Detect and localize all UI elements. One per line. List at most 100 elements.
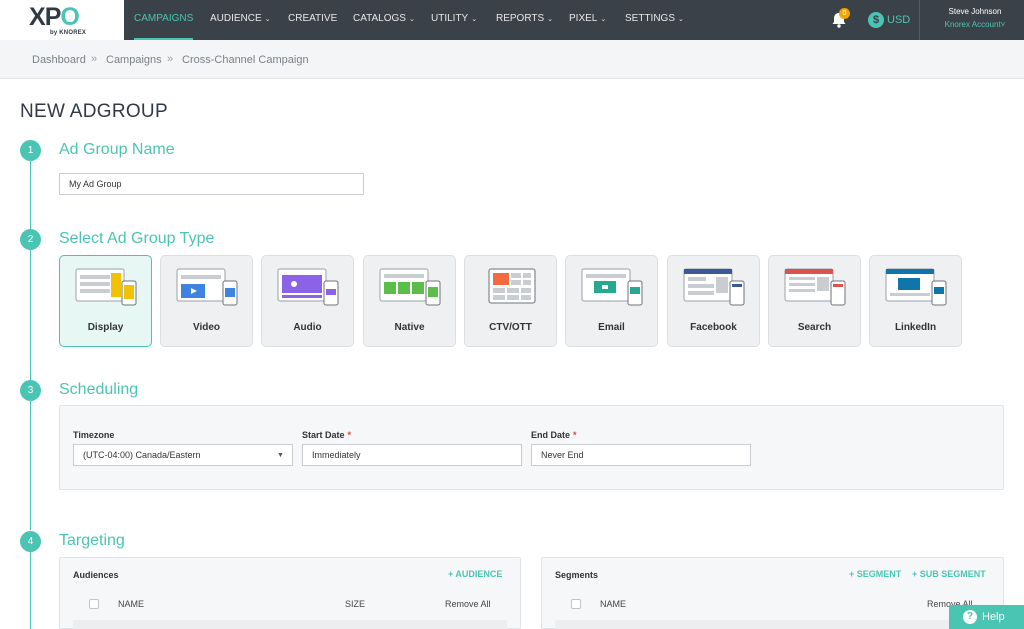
nav-item-catalogs[interactable]: CATALOGS ⌄	[353, 0, 415, 40]
segments-panel: Segments + SEGMENT + SUB SEGMENT NAME Re…	[541, 557, 1004, 629]
nav-item-audience[interactable]: AUDIENCE ⌄	[210, 0, 271, 40]
user-name[interactable]: Steve Johnson	[930, 7, 1020, 16]
adgroup-type-video[interactable]: Video	[160, 255, 253, 347]
timezone-label: Timezone	[73, 430, 115, 440]
native-type-icon	[379, 268, 441, 306]
video-type-icon	[176, 268, 238, 306]
adgroup-name-input[interactable]: My Ad Group	[59, 173, 364, 195]
email-type-icon	[581, 268, 643, 306]
step-connector	[30, 250, 31, 380]
column-header-name: NAME	[600, 599, 627, 609]
currency-label: USD	[887, 14, 911, 26]
nav-item-label: PIXEL	[569, 13, 598, 24]
step-title-adgroup-name: Ad Group Name	[59, 141, 175, 158]
adgroup-type-ctvott[interactable]: CTV/OTT	[464, 255, 557, 347]
nav-item-creative[interactable]: CREATIVE	[288, 0, 337, 40]
adgroup-type-search[interactable]: Search	[768, 255, 861, 347]
nav-item-reports[interactable]: REPORTS ⌄	[496, 0, 553, 40]
account-switcher[interactable]: Knorex Account˅	[930, 20, 1020, 29]
notification-badge: 0	[839, 8, 850, 19]
scheduling-panel: Timezone (UTC-04:00) Canada/Eastern ▼ St…	[59, 405, 1004, 490]
help-button[interactable]: ? Help	[949, 605, 1024, 629]
logo-subtitle: by KNOREX	[50, 30, 87, 36]
adgroup-type-label: CTV/OTT	[489, 322, 532, 333]
logo[interactable]: XPO by KNOREX	[0, 0, 124, 40]
help-label: Help	[982, 611, 1005, 623]
adgroup-type-label: Facebook	[690, 322, 737, 333]
end-date-label: End Date *	[531, 430, 577, 440]
chevron-down-icon: ⌄	[678, 16, 684, 23]
step-connector	[30, 401, 31, 530]
timezone-select[interactable]: (UTC-04:00) Canada/Eastern	[73, 444, 293, 466]
nav-item-label: CREATIVE	[288, 13, 338, 24]
nav-item-label: CATALOGS	[353, 13, 406, 24]
start-date-label: Start Date *	[302, 430, 352, 440]
adgroup-type-label: Video	[192, 322, 221, 333]
step-number: 1	[20, 140, 41, 161]
adgroup-type-native[interactable]: Native	[363, 255, 456, 347]
breadcrumb-dashboard[interactable]: Dashboard	[32, 54, 86, 66]
breadcrumb-campaigns[interactable]: Campaigns	[106, 54, 162, 66]
adgroup-type-label: Audio	[293, 322, 322, 333]
search-type-icon	[784, 268, 846, 306]
chevron-down-icon: ⌄	[600, 16, 607, 23]
step-number: 4	[20, 531, 41, 552]
breadcrumb-current: Cross-Channel Campaign	[182, 54, 309, 66]
step-number: 3	[20, 380, 41, 401]
step-title-scheduling: Scheduling	[59, 381, 139, 398]
ctvott-type-icon	[488, 268, 536, 304]
chevron-down-icon: ⌄	[547, 16, 554, 23]
nav-item-campaigns[interactable]: CAMPAIGNS	[134, 0, 194, 40]
breadcrumb-separator: »	[91, 53, 98, 65]
nav-item-label: AUDIENCE	[210, 13, 262, 24]
adgroup-type-label: Native	[394, 322, 425, 333]
audiences-panel: Audiences + AUDIENCE NAME SIZE Remove Al…	[59, 557, 521, 629]
add-segment-button[interactable]: + SEGMENT	[849, 569, 901, 579]
breadcrumb: Dashboard » Campaigns » Cross-Channel Ca…	[0, 40, 1024, 79]
table-row	[555, 620, 989, 629]
step-title-adgroup-type: Select Ad Group Type	[59, 230, 215, 247]
select-all-checkbox[interactable]	[571, 599, 581, 609]
nav-item-label: CAMPAIGNS	[134, 13, 194, 24]
nav-item-pixel[interactable]: PIXEL ⌄	[569, 0, 606, 40]
adgroup-type-label: Email	[598, 322, 625, 333]
adgroup-type-facebook[interactable]: Facebook	[667, 255, 760, 347]
nav-item-utility[interactable]: UTILITY ⌄	[431, 0, 477, 40]
start-date-input[interactable]: Immediately	[302, 444, 522, 466]
audio-type-icon	[277, 268, 339, 306]
adgroup-type-linkedin[interactable]: LinkedIn	[869, 255, 962, 347]
column-header-name: NAME	[118, 599, 145, 609]
nav-item-settings[interactable]: SETTINGS ⌄	[625, 0, 684, 40]
adgroup-type-label: Search	[797, 322, 832, 333]
question-icon: ?	[963, 610, 977, 624]
user-divider	[919, 0, 920, 40]
display-type-icon	[75, 268, 137, 306]
end-date-input[interactable]: Never End	[531, 444, 751, 466]
chevron-down-icon: ⌄	[471, 16, 478, 23]
dollar-icon: $	[868, 12, 884, 28]
table-row	[73, 620, 507, 629]
adgroup-type-label: LinkedIn	[894, 322, 937, 333]
audiences-title: Audiences	[73, 570, 119, 580]
facebook-type-icon	[683, 268, 745, 306]
column-header-size: SIZE	[345, 599, 366, 609]
nav-item-label: SETTINGS	[625, 13, 676, 24]
chevron-down-icon: ⌄	[264, 16, 271, 23]
adgroup-type-display[interactable]: Display	[59, 255, 152, 347]
segments-title: Segments	[555, 570, 599, 580]
logo-wordmark: XPO	[29, 3, 80, 31]
step-title-targeting: Targeting	[59, 532, 125, 549]
step-number: 2	[20, 229, 41, 250]
select-all-checkbox[interactable]	[89, 599, 99, 609]
chevron-down-icon: ⌄	[408, 16, 415, 23]
add-sub-segment-button[interactable]: + SUB SEGMENT	[912, 569, 986, 579]
add-audience-button[interactable]: + AUDIENCE	[448, 569, 502, 579]
linkedin-type-icon	[885, 268, 947, 306]
adgroup-type-email[interactable]: Email	[565, 255, 658, 347]
adgroup-type-audio[interactable]: Audio	[261, 255, 354, 347]
step-connector	[30, 161, 31, 230]
adgroup-type-label: Display	[87, 322, 124, 333]
caret-down-icon: ▼	[277, 452, 284, 459]
step-connector	[30, 552, 31, 629]
remove-all-button[interactable]: Remove All	[445, 599, 491, 609]
